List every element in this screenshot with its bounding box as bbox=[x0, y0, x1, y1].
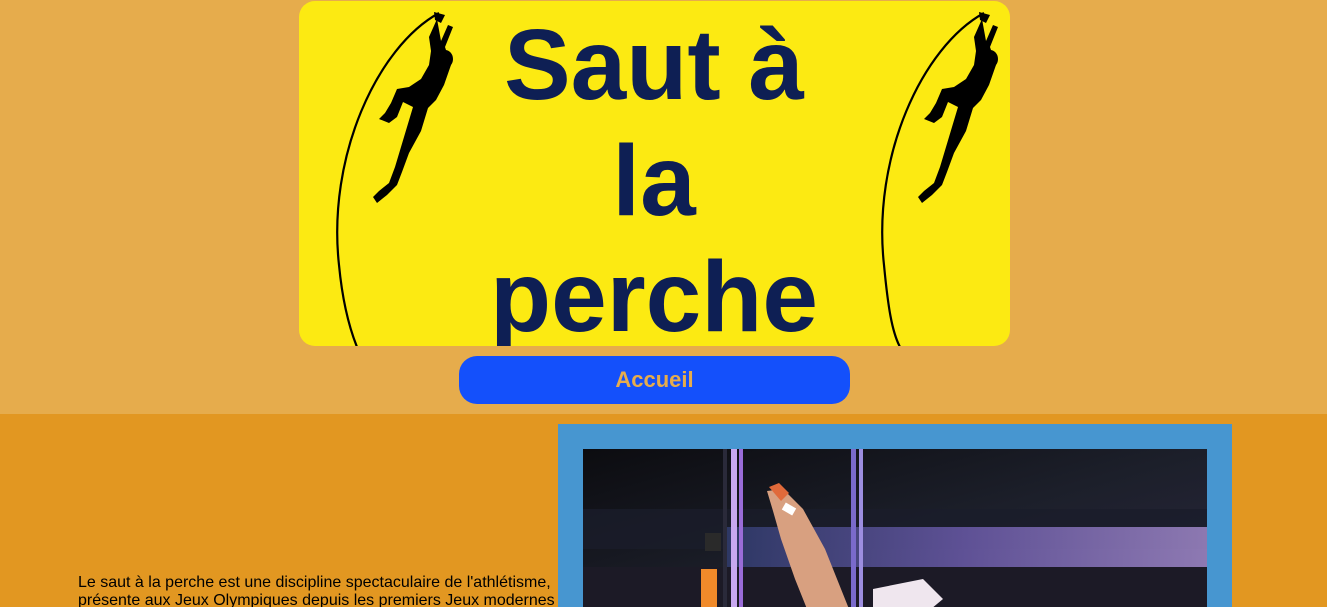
header: Saut à la perche Accueil bbox=[0, 0, 1327, 414]
main-content: Le saut à la perche est une discipline s… bbox=[0, 414, 1327, 607]
page-title: Saut à la perche bbox=[490, 9, 818, 346]
pole-vault-photo-image bbox=[583, 449, 1207, 607]
pole-vaulter-icon bbox=[336, 12, 453, 346]
photo-frame bbox=[558, 424, 1232, 607]
pole-vaulter-icon bbox=[881, 12, 998, 346]
intro-paragraph: Le saut à la perche est une discipline s… bbox=[78, 574, 555, 607]
pole-vault-photo bbox=[583, 449, 1207, 607]
title-banner: Saut à la perche bbox=[299, 1, 1010, 346]
nav-home-button[interactable]: Accueil bbox=[459, 356, 850, 404]
